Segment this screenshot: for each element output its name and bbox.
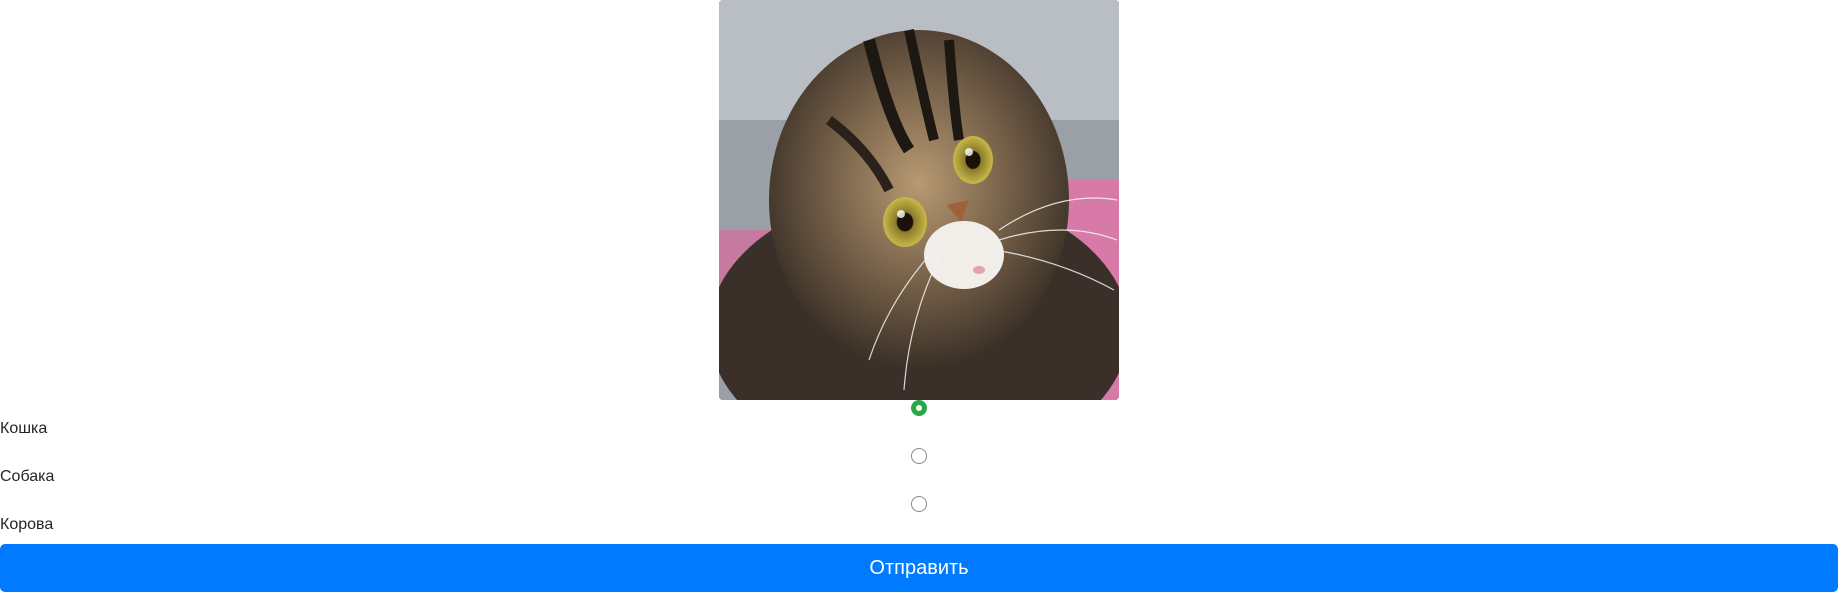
option-label-cat[interactable]: Кошка: [0, 420, 47, 438]
kitten-photo: [719, 0, 1119, 400]
option-label-dog[interactable]: Собака: [0, 468, 54, 486]
option-cat: Кошка: [0, 400, 1838, 448]
radio-cat[interactable]: [911, 400, 927, 416]
quiz-page: Кошка Собака Корова Отправить: [0, 0, 1838, 592]
submit-button[interactable]: Отправить: [0, 544, 1838, 592]
option-label-cow[interactable]: Корова: [0, 516, 53, 534]
option-dog: Собака: [0, 448, 1838, 496]
option-cow: Корова: [0, 496, 1838, 544]
radio-dog[interactable]: [911, 448, 927, 464]
radio-cow[interactable]: [911, 496, 927, 512]
